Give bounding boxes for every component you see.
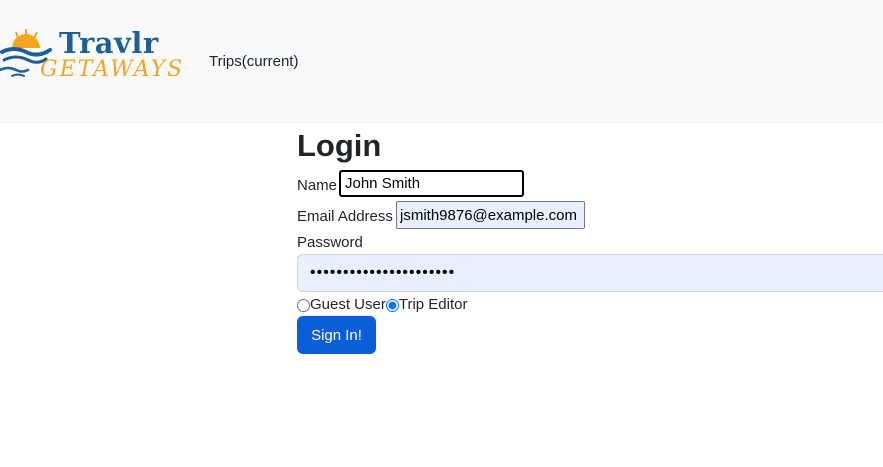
- name-label: Name: [297, 177, 338, 194]
- guest-user-radio[interactable]: [297, 298, 310, 312]
- brand-logo[interactable]: Travlr GETAWAYS: [0, 26, 182, 92]
- role-radio-group: Guest User Trip Editor: [297, 296, 468, 314]
- trip-editor-label[interactable]: Trip Editor: [399, 296, 468, 314]
- page-title: Login: [297, 128, 382, 163]
- name-input[interactable]: [339, 170, 524, 197]
- brand-name-getaways: GETAWAYS: [40, 57, 185, 82]
- trip-editor-radio[interactable]: [385, 298, 399, 312]
- guest-user-label[interactable]: Guest User: [310, 296, 386, 314]
- password-input[interactable]: [297, 254, 883, 292]
- sign-in-button[interactable]: Sign In!: [297, 316, 376, 354]
- email-input[interactable]: [396, 201, 585, 229]
- password-label: Password: [297, 234, 363, 251]
- navbar: Travlr GETAWAYS Trips(current): [0, 0, 883, 124]
- nav-link-trips[interactable]: Trips(current): [209, 53, 298, 71]
- email-label: Email Address: [297, 208, 393, 225]
- brand-name-travlr: Travlr: [59, 26, 159, 60]
